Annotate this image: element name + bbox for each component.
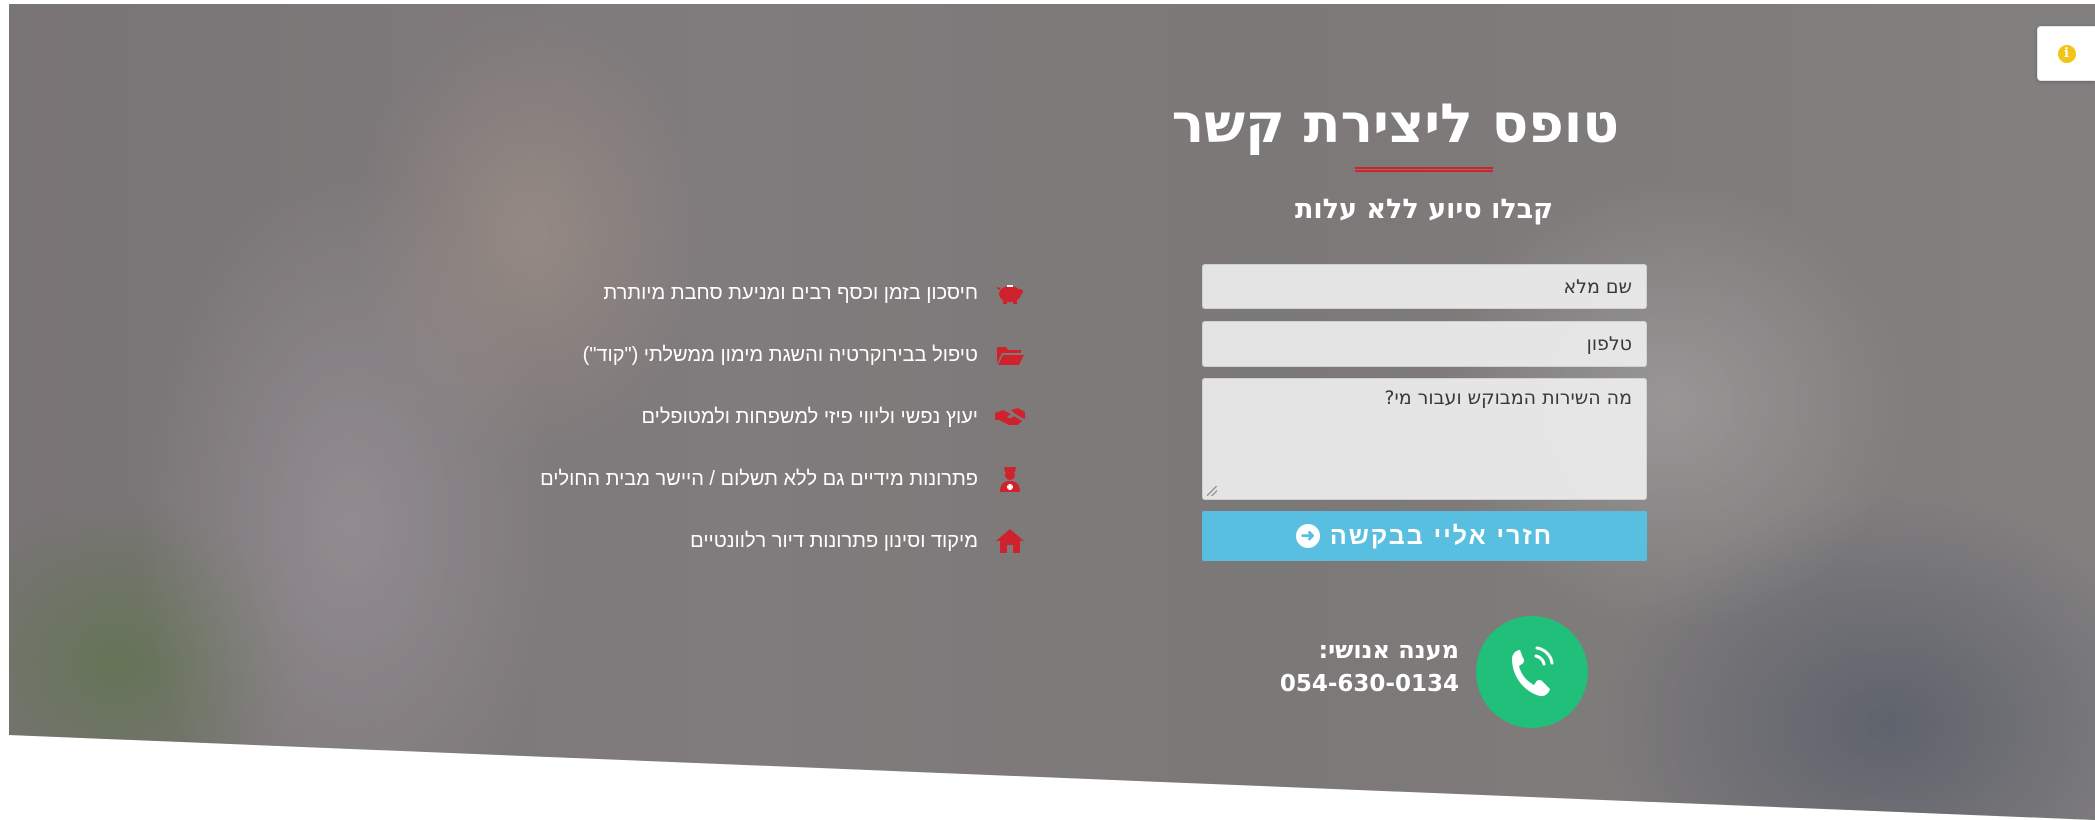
benefit-text: יעוץ נפשי וליווי פיזי למשפחות ולמטופלים (641, 405, 978, 428)
phone-call-button[interactable] (1476, 616, 1588, 728)
home-icon (992, 526, 1028, 556)
handshake-icon (992, 402, 1028, 432)
support-phone-number[interactable]: 054-630-0134 (1244, 671, 1459, 697)
benefit-item: פתרונות מידיים גם ללא תשלום / היישר מבית… (540, 448, 1028, 510)
folder-open-icon (992, 340, 1028, 370)
benefit-item: חיסכון בזמן וכסף רבים ומניעת סחבת מיותרת (540, 262, 1028, 324)
phone-input[interactable]: טלפון (1202, 321, 1647, 367)
benefit-text: מיקוד וסינון פתרונות דיור רלוונטיים (690, 529, 978, 552)
benefit-text: פתרונות מידיים גם ללא תשלום / היישר מבית… (540, 467, 978, 490)
hero-background-photo (9, 4, 2095, 820)
benefit-item: טיפול בבירוקרטיה והשגת מימון ממשלתי ("קו… (540, 324, 1028, 386)
phone-placeholder: טלפון (1586, 333, 1632, 355)
benefits-list: חיסכון בזמן וכסף רבים ומניעת סחבת מיותרת… (540, 262, 1028, 572)
resize-handle[interactable] (1207, 486, 1217, 496)
form-subtitle: קבלו סיוע ללא עלות (1294, 194, 1554, 225)
phone-ringing-icon (1512, 646, 1554, 697)
title-divider (1355, 167, 1493, 172)
arrow-circle-left-icon: ➜ (1295, 524, 1320, 548)
full-name-input[interactable]: שם מלא (1202, 264, 1647, 309)
benefit-item: מיקוד וסינון פתרונות דיור רלוונטיים (540, 510, 1028, 572)
submit-button-label: חזרי אליי בבקשה (1329, 521, 1554, 550)
info-badge[interactable]: i (2037, 26, 2095, 81)
full-name-placeholder: שם מלא (1563, 275, 1632, 298)
service-request-placeholder: מה השירות המבוקש ועבור מי? (1384, 387, 1632, 409)
benefit-text: טיפול בבירוקרטיה והשגת מימון ממשלתי ("קו… (582, 343, 978, 366)
human-support-label: מענה אנושי: (1318, 636, 1459, 664)
benefit-text: חיסכון בזמן וכסף רבים ומניעת סחבת מיותרת (603, 281, 978, 304)
form-title: טופס ליצירת קשר (1171, 92, 1619, 155)
benefit-item: יעוץ נפשי וליווי פיזי למשפחות ולמטופלים (540, 386, 1028, 448)
user-nurse-icon (992, 464, 1028, 494)
submit-button[interactable]: חזרי אליי בבקשה ➜ (1202, 511, 1647, 561)
piggy-bank-icon (992, 278, 1028, 308)
info-icon: i (2057, 44, 2076, 63)
hero-section: i טופס ליצירת קשר קבלו סיוע ללא עלות שם … (9, 4, 2095, 820)
service-request-textarea[interactable]: מה השירות המבוקש ועבור מי? (1202, 378, 1647, 500)
